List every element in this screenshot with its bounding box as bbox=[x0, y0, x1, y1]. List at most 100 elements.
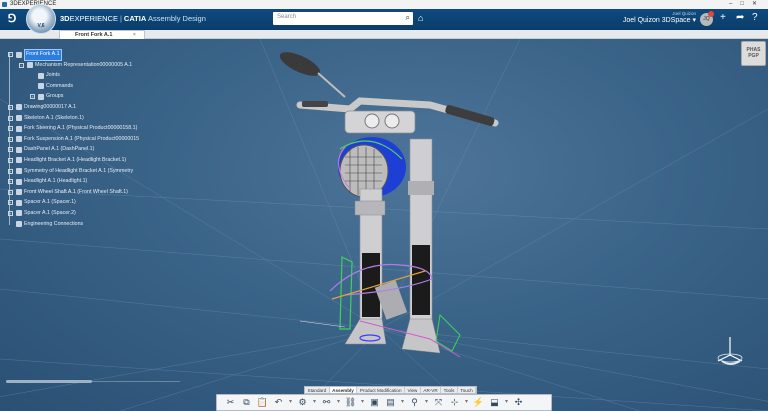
product-node-icon bbox=[16, 51, 22, 58]
tree-item[interactable]: + Spacer A.1 (Spacer.2) bbox=[3, 208, 173, 219]
copy-icon[interactable]: ⧉ bbox=[239, 396, 254, 409]
product-node-icon bbox=[27, 62, 33, 69]
paste-icon[interactable]: 📋 bbox=[255, 396, 270, 409]
search-input[interactable]: Search ⌕ bbox=[273, 12, 413, 25]
close-tab-icon[interactable]: × bbox=[133, 31, 136, 39]
more-icon[interactable]: ▾ bbox=[399, 396, 406, 409]
tree-item[interactable]: + Fork Suspension A.1 (Physical Product00… bbox=[3, 134, 173, 145]
axis-compass-icon[interactable] bbox=[710, 331, 750, 371]
tree-item[interactable]: + Fork Steering A.1 (Physical Product0000… bbox=[3, 123, 173, 134]
tree-item[interactable]: + Drawing00000017 A.1 bbox=[3, 102, 173, 113]
tree-item-label: Groups bbox=[46, 93, 64, 100]
user-name: Joel Quizon 3DSpace ▾ bbox=[622, 17, 696, 24]
tree-item[interactable]: Commands bbox=[3, 81, 173, 92]
tree-expander-icon[interactable]: + bbox=[30, 94, 35, 100]
section-tab[interactable]: Standard bbox=[305, 387, 330, 393]
cut-icon[interactable]: ✂ bbox=[223, 396, 238, 409]
tree-expander-icon[interactable]: − bbox=[8, 52, 13, 57]
tree-expander-icon[interactable]: + bbox=[8, 136, 13, 142]
tree-item[interactable]: Engineering Connections bbox=[3, 219, 173, 230]
undo-icon[interactable]: ↶ bbox=[271, 396, 286, 409]
tree-item-label: Fork Steering A.1 (Physical Product00000… bbox=[24, 125, 138, 132]
more-icon[interactable]: ▾ bbox=[311, 396, 318, 409]
scrollbar-track[interactable] bbox=[92, 381, 180, 382]
tree-item-label: Drawing00000017 A.1 bbox=[24, 103, 77, 110]
tree-expander-icon[interactable]: + bbox=[8, 157, 13, 163]
tree-item[interactable]: + Headlight Bracket A.1 (Headlight Bracke… bbox=[3, 155, 173, 166]
window-controls[interactable]: –□✕ bbox=[729, 0, 765, 9]
tree-expander-icon[interactable]: + bbox=[8, 179, 13, 185]
clash-icon[interactable]: ⚡ bbox=[471, 396, 486, 409]
search-icon[interactable]: ⌕ bbox=[406, 13, 410, 23]
constraint-icon[interactable]: ⛓ bbox=[343, 396, 358, 409]
product-node-icon bbox=[16, 157, 22, 164]
tree-expander-icon[interactable]: + bbox=[8, 189, 13, 195]
tree-item-label: Front Wheel Shaft A.1 (Front Wheel Shaft… bbox=[24, 188, 128, 195]
action-bar: ✂ ⧉ 📋 ↶ ▾ ⚙ ▾ ⚯ ▾ ⛓ ▾ ▣ ▤ ▾ ⚲ ▾ ⤧ ⊹ ▾ ⚡ ⬓ ▾ ✣ bbox=[216, 394, 552, 411]
tree-expander-icon[interactable]: + bbox=[8, 147, 13, 153]
more-icon[interactable]: ▾ bbox=[463, 396, 470, 409]
tab-front-fork[interactable]: Front Fork A.1 × bbox=[59, 30, 145, 39]
more-icon[interactable]: ▾ bbox=[423, 396, 430, 409]
product-node-icon bbox=[38, 83, 44, 90]
tab-bar: Front Fork A.1 × bbox=[0, 30, 768, 39]
horizontal-scrollbar[interactable] bbox=[6, 380, 180, 383]
tree-expander-icon[interactable]: + bbox=[8, 104, 13, 110]
compass-widget[interactable]: V,6 bbox=[26, 4, 56, 34]
action-bar-sections: Standard Assembly Product Modification View… bbox=[304, 386, 478, 394]
brand-3d: 3D bbox=[60, 14, 70, 23]
tree-item-label: Headlight A.1 (Headlight.1) bbox=[24, 178, 88, 185]
specification-tree: − Front Fork A.1− Mechanism Representation… bbox=[3, 49, 173, 229]
pgp-badge[interactable]: PHAS PGP bbox=[741, 41, 766, 66]
tree-item[interactable]: + Spacer A.1 (Spacer.1) bbox=[3, 197, 173, 208]
axis-icon[interactable]: ⤧ bbox=[431, 396, 446, 409]
more-icon[interactable]: ▾ bbox=[335, 396, 342, 409]
app-icon bbox=[2, 2, 7, 7]
tree-item[interactable]: + Groups bbox=[3, 91, 173, 102]
share-icon[interactable]: ➦ bbox=[736, 12, 744, 23]
section-tab[interactable]: View bbox=[405, 387, 421, 393]
tree-item[interactable]: − Mechanism Representation00000005 A.1 bbox=[3, 60, 173, 71]
tree-expander-icon[interactable]: − bbox=[19, 62, 24, 68]
section-icon[interactable]: ⬓ bbox=[487, 396, 502, 409]
section-tab[interactable]: AR-VR bbox=[421, 387, 442, 393]
more-icon[interactable]: ▾ bbox=[503, 396, 510, 409]
tree-item[interactable]: − Front Fork A.1 bbox=[3, 49, 173, 61]
tree-item[interactable]: + Headlight A.1 (Headlight.1) bbox=[3, 176, 173, 187]
3d-viewport[interactable]: − Front Fork A.1− Mechanism Representation… bbox=[0, 39, 768, 411]
tree-expander-icon[interactable]: + bbox=[8, 115, 13, 121]
tree-item[interactable]: + DashPanel A.1 (DashPanel.1) bbox=[3, 144, 173, 155]
tree-item[interactable]: + Front Wheel Shaft A.1 (Front Wheel Shaf… bbox=[3, 187, 173, 198]
more-icon[interactable]: ▾ bbox=[359, 396, 366, 409]
settings-icon[interactable]: ⚙ bbox=[295, 396, 310, 409]
tree-item[interactable]: + Symmetry of Headlight Bracket A.1 (Symm… bbox=[3, 166, 173, 177]
notification-badge bbox=[708, 11, 714, 17]
tree-expander-icon[interactable]: + bbox=[8, 126, 13, 132]
product-node-icon bbox=[16, 178, 22, 185]
tree-expander-icon[interactable]: + bbox=[8, 200, 13, 206]
user-info[interactable]: Joel Quizon Joel Quizon 3DSpace ▾ bbox=[623, 11, 696, 24]
tree-item-label: Fork Suspension A.1 (Physical Product000… bbox=[24, 135, 140, 142]
tree-expander-icon[interactable]: + bbox=[8, 210, 13, 216]
product-node-icon bbox=[16, 210, 22, 217]
tree-item[interactable]: + Skeleton A.1 (Skeleton.1) bbox=[3, 113, 173, 124]
product-node-icon bbox=[38, 72, 44, 79]
explode-icon[interactable]: ✣ bbox=[511, 396, 526, 409]
tree-expander-icon[interactable]: + bbox=[8, 168, 13, 174]
pattern-icon[interactable]: ▤ bbox=[383, 396, 398, 409]
product-node-icon bbox=[16, 146, 22, 153]
engineering-connection-icon[interactable]: ⚯ bbox=[319, 396, 334, 409]
dassault-logo-icon[interactable]: ⅁ bbox=[5, 12, 19, 26]
measure-icon[interactable]: ⊹ bbox=[447, 396, 462, 409]
section-tab[interactable]: Touch bbox=[458, 387, 477, 393]
tag-icon[interactable]: ⌂ bbox=[418, 13, 423, 23]
tree-item[interactable]: Joints bbox=[3, 70, 173, 81]
section-tab[interactable]: Product Modification bbox=[357, 387, 405, 393]
assemble-icon[interactable]: ▣ bbox=[367, 396, 382, 409]
help-icon[interactable]: ? bbox=[752, 12, 758, 23]
add-icon[interactable]: + bbox=[720, 12, 726, 23]
more-icon[interactable]: ▾ bbox=[287, 396, 294, 409]
section-tab[interactable]: Assembly bbox=[329, 387, 358, 393]
section-tab[interactable]: Tools bbox=[441, 387, 458, 393]
robot-icon[interactable]: ⚲ bbox=[407, 396, 422, 409]
